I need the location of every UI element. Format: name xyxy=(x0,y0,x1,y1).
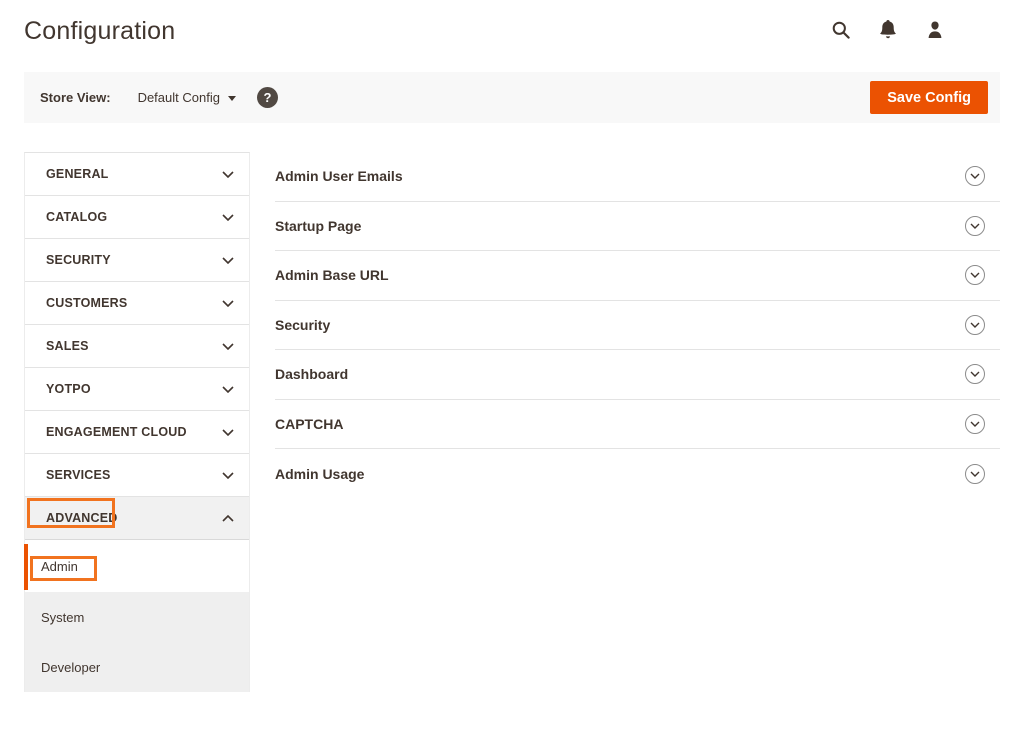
expand-section-button[interactable] xyxy=(965,166,985,186)
section-title: Admin Base URL xyxy=(275,267,389,283)
save-config-button[interactable]: Save Config xyxy=(870,81,988,114)
sidebar-item-label: ENGAGEMENT CLOUD xyxy=(46,425,187,439)
header-actions xyxy=(832,20,944,39)
sidebar-item-label: ADVANCED xyxy=(46,511,118,525)
config-sections: Admin User Emails Startup Page Admin Bas… xyxy=(275,152,1000,499)
section-captcha: CAPTCHA xyxy=(275,400,1000,450)
store-view-label: Store View: xyxy=(40,90,111,105)
bell-icon[interactable] xyxy=(879,20,897,39)
config-nav-sidebar: GENERAL CATALOG SECURITY CUSTOMERS SALES… xyxy=(24,152,250,692)
sidebar-item-engagement-cloud[interactable]: ENGAGEMENT CLOUD xyxy=(25,411,249,454)
expand-section-button[interactable] xyxy=(965,216,985,236)
sidebar-item-sales[interactable]: SALES xyxy=(25,325,249,368)
sidebar-item-general[interactable]: GENERAL xyxy=(25,153,249,196)
sidebar-item-label: GENERAL xyxy=(46,167,109,181)
chevron-down-icon xyxy=(222,343,234,350)
section-title: Admin User Emails xyxy=(275,168,403,184)
page-actions-toolbar: Store View: Default Config ? Save Config xyxy=(24,72,1000,123)
page-title: Configuration xyxy=(24,17,175,46)
sidebar-item-services[interactable]: SERVICES xyxy=(25,454,249,497)
section-title: Startup Page xyxy=(275,218,361,234)
expand-section-button[interactable] xyxy=(965,364,985,384)
store-view-switcher[interactable]: Default Config xyxy=(138,90,236,105)
sidebar-subitem-system[interactable]: System xyxy=(25,592,249,642)
sidebar-item-customers[interactable]: CUSTOMERS xyxy=(25,282,249,325)
sidebar-subitem-developer[interactable]: Developer xyxy=(25,642,249,692)
section-dashboard: Dashboard xyxy=(275,350,1000,400)
advanced-submenu: Admin System Developer xyxy=(25,540,249,692)
chevron-down-icon xyxy=(222,257,234,264)
section-startup-page: Startup Page xyxy=(275,202,1000,252)
section-title: CAPTCHA xyxy=(275,416,343,432)
expand-section-button[interactable] xyxy=(965,265,985,285)
expand-section-button[interactable] xyxy=(965,464,985,484)
section-title: Security xyxy=(275,317,330,333)
sidebar-item-advanced[interactable]: ADVANCED xyxy=(25,497,249,540)
configuration-page: Configuration Store View: Default Config… xyxy=(0,0,1024,731)
chevron-down-icon xyxy=(222,300,234,307)
chevron-down-icon xyxy=(222,386,234,393)
chevron-down-icon xyxy=(222,472,234,479)
section-admin-base-url: Admin Base URL xyxy=(275,251,1000,301)
search-icon[interactable] xyxy=(832,20,850,39)
chevron-up-icon xyxy=(222,515,234,522)
section-admin-user-emails: Admin User Emails xyxy=(275,152,1000,202)
section-admin-usage: Admin Usage xyxy=(275,449,1000,499)
help-icon[interactable]: ? xyxy=(257,87,278,108)
caret-down-icon xyxy=(228,96,236,101)
expand-section-button[interactable] xyxy=(965,414,985,434)
section-title: Dashboard xyxy=(275,366,348,382)
chevron-down-icon xyxy=(222,429,234,436)
sidebar-item-catalog[interactable]: CATALOG xyxy=(25,196,249,239)
sidebar-item-label: YOTPO xyxy=(46,382,91,396)
sidebar-item-label: SECURITY xyxy=(46,253,111,267)
chevron-down-icon xyxy=(222,214,234,221)
sidebar-item-label: CUSTOMERS xyxy=(46,296,127,310)
sidebar-item-label: CATALOG xyxy=(46,210,107,224)
expand-section-button[interactable] xyxy=(965,315,985,335)
sidebar-item-yotpo[interactable]: YOTPO xyxy=(25,368,249,411)
store-view-value: Default Config xyxy=(138,90,220,105)
section-title: Admin Usage xyxy=(275,466,364,482)
sidebar-item-label: SALES xyxy=(46,339,89,353)
sidebar-subitem-admin[interactable]: Admin xyxy=(25,540,249,592)
section-security: Security xyxy=(275,301,1000,351)
chevron-down-icon xyxy=(222,171,234,178)
sidebar-item-security[interactable]: SECURITY xyxy=(25,239,249,282)
sidebar-item-label: SERVICES xyxy=(46,468,111,482)
user-icon[interactable] xyxy=(926,20,944,39)
